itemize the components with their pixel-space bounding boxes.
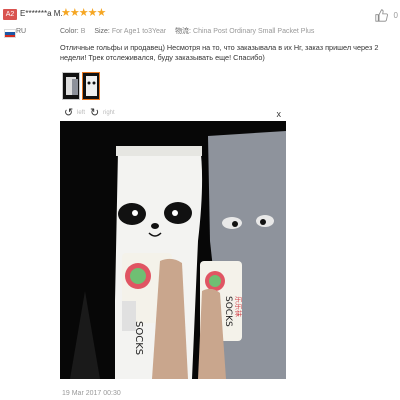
rotate-left-label[interactable]: left [77, 110, 85, 116]
rotate-right-icon[interactable]: ↻ [90, 106, 99, 119]
reviewer-country: RU [16, 28, 27, 35]
review-photo-thumbnail-selected[interactable] [82, 72, 100, 100]
shipping-label: 物流: [175, 28, 192, 35]
review-date: 19 Mar 2017 00:30 [62, 390, 121, 397]
socks-tag-cn-text: 乐乐袜 [234, 296, 243, 317]
order-info: Color: B Size: For Age1 to3Year 物流: China P… [60, 26, 321, 36]
review-photo-thumbnail[interactable] [62, 72, 80, 100]
reviewer-name[interactable]: E*******a M. [20, 9, 63, 18]
size-value: For Age1 to3Year [111, 28, 167, 35]
socks-tag-text-2: SOCKS [223, 296, 233, 327]
socks-tag-text: SOCKS [133, 321, 144, 355]
size-label: Size: [94, 28, 110, 35]
rating-stars: ★★★★★ [61, 7, 106, 19]
socks-photo-illustration: SOCKS SOCKS 乐乐袜 [60, 121, 286, 379]
color-value: B [80, 28, 86, 35]
russia-flag-icon [4, 29, 16, 38]
rotate-right-label[interactable]: right [103, 110, 115, 116]
shipping-value: China Post Ordinary Small Packet Plus [193, 28, 315, 35]
review-text: Отличные гольфы и продавец) Несмотря на … [60, 43, 379, 62]
avatar: A2 [3, 9, 17, 20]
review-photo: SOCKS SOCKS 乐乐袜 [60, 121, 286, 379]
color-label: Color: [60, 28, 79, 35]
photo-viewer-toolbar: ↺ left ↻ right x [60, 106, 285, 120]
rotate-left-icon[interactable]: ↺ [64, 106, 73, 119]
thumbs-up-icon[interactable] [375, 9, 388, 22]
like-count: 0 [393, 11, 398, 20]
close-button[interactable]: x [277, 109, 282, 119]
